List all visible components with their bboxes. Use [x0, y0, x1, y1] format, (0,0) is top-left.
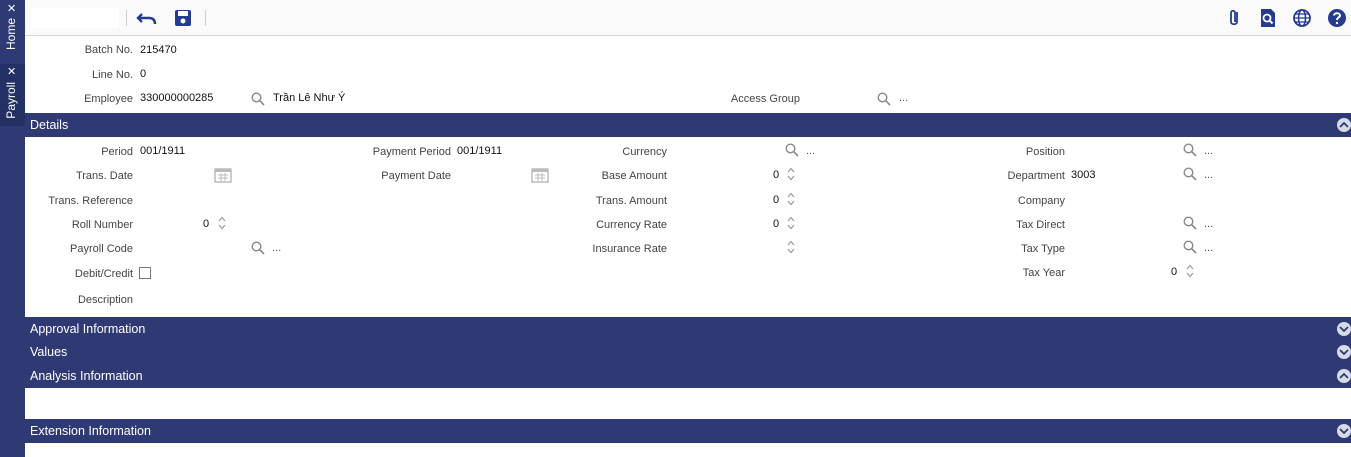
department-ellipsis-button[interactable]: ...: [1204, 169, 1213, 181]
search-icon[interactable]: [1183, 167, 1197, 181]
debit-credit-checkbox[interactable]: [139, 267, 151, 279]
company-label: Company: [1017, 195, 1065, 207]
toolbar-blank-field: [31, 8, 119, 28]
calendar-icon[interactable]: [214, 167, 232, 183]
search-icon[interactable]: [1183, 240, 1197, 254]
line-no-label: Line No.: [92, 69, 133, 81]
tab-home[interactable]: ✕ Home: [0, 0, 25, 62]
toolbar-separator: [205, 10, 206, 26]
payroll-code-ellipsis-button[interactable]: ...: [272, 242, 281, 254]
base-amount-label: Base Amount: [601, 170, 667, 182]
search-icon[interactable]: [1183, 143, 1197, 157]
payroll-code-label: Payroll Code: [70, 243, 133, 255]
line-no-field[interactable]: 0: [140, 68, 146, 80]
roll-number-field[interactable]: 0: [203, 218, 209, 230]
access-group-label: Access Group: [730, 93, 800, 105]
currency-rate-field[interactable]: 0: [773, 218, 779, 230]
details-title: Details: [30, 118, 69, 132]
chevron-up-icon[interactable]: [1337, 118, 1351, 132]
stepper-icon[interactable]: [217, 215, 227, 231]
roll-number-label: Roll Number: [71, 219, 133, 231]
period-label: Period: [101, 146, 133, 158]
document-search-icon[interactable]: [1257, 7, 1279, 29]
tax-direct-label: Tax Direct: [1016, 219, 1065, 231]
help-icon[interactable]: [1326, 7, 1348, 29]
tax-type-ellipsis-button[interactable]: ...: [1204, 242, 1213, 254]
stepper-icon[interactable]: [786, 239, 796, 255]
extension-title: Extension Information: [30, 424, 151, 438]
payment-period-label: Payment Period: [372, 146, 451, 158]
app-window: ✕ Home ✕ Payroll Batch No. 215470 Line N…: [0, 0, 1351, 457]
tab-payroll[interactable]: ✕ Payroll: [0, 64, 25, 126]
extension-section-header[interactable]: Extension Information: [25, 419, 1351, 443]
analysis-section-header[interactable]: Analysis Information: [25, 364, 1351, 388]
chevron-down-icon[interactable]: [1337, 424, 1351, 438]
chevron-up-icon[interactable]: [1337, 369, 1351, 383]
vertical-tab-strip: ✕ Home ✕ Payroll: [0, 0, 25, 457]
stepper-icon[interactable]: [786, 215, 796, 231]
search-icon[interactable]: [1183, 216, 1197, 230]
access-group-ellipsis-button[interactable]: ...: [899, 92, 908, 104]
search-icon[interactable]: [877, 92, 891, 106]
approval-title: Approval Information: [30, 322, 146, 336]
position-label: Position: [1025, 146, 1065, 158]
department-field[interactable]: 3003: [1071, 169, 1095, 181]
trans-date-label: Trans. Date: [75, 170, 133, 182]
debit-credit-label: Debit/Credit: [74, 268, 133, 280]
department-label: Department: [1007, 170, 1065, 182]
employee-label: Employee: [84, 93, 133, 105]
chevron-down-icon[interactable]: [1337, 345, 1351, 359]
trans-reference-label: Trans. Reference: [48, 195, 133, 207]
batch-no-label: Batch No.: [84, 44, 133, 56]
globe-icon[interactable]: [1291, 7, 1313, 29]
toolbar: [25, 0, 1351, 36]
tax-year-field[interactable]: 0: [1171, 266, 1177, 278]
undo-icon[interactable]: [136, 7, 158, 29]
payment-date-label: Payment Date: [381, 170, 451, 182]
toolbar-separator: [126, 10, 127, 26]
calendar-icon[interactable]: [531, 167, 549, 183]
trans-amount-field[interactable]: 0: [773, 194, 779, 206]
stepper-icon[interactable]: [1185, 263, 1195, 279]
details-section-header[interactable]: Details: [25, 113, 1351, 137]
employee-code-field[interactable]: 330000000285: [140, 92, 213, 104]
insurance-rate-label: Insurance Rate: [592, 243, 667, 255]
trans-amount-label: Trans. Amount: [595, 195, 667, 207]
close-icon[interactable]: ✕: [7, 65, 16, 78]
currency-label: Currency: [622, 146, 667, 158]
currency-ellipsis-button[interactable]: ...: [806, 145, 815, 157]
payment-period-field[interactable]: 001/1911: [457, 145, 502, 157]
description-label: Description: [77, 294, 133, 306]
search-icon[interactable]: [785, 143, 799, 157]
tab-payroll-label: Payroll: [4, 82, 18, 119]
batch-no-field[interactable]: 215470: [140, 44, 177, 56]
tax-year-label: Tax Year: [1022, 267, 1065, 279]
currency-rate-label: Currency Rate: [596, 219, 667, 231]
tax-type-label: Tax Type: [1021, 243, 1065, 255]
stepper-icon[interactable]: [786, 191, 796, 207]
close-icon[interactable]: ✕: [7, 2, 16, 15]
chevron-down-icon[interactable]: [1337, 322, 1351, 336]
period-field[interactable]: 001/1911: [140, 145, 185, 157]
search-icon[interactable]: [251, 92, 265, 106]
base-amount-field[interactable]: 0: [773, 169, 779, 181]
tax-direct-ellipsis-button[interactable]: ...: [1204, 218, 1213, 230]
paperclip-icon[interactable]: [1223, 7, 1245, 29]
values-section-header[interactable]: Values: [25, 340, 1351, 364]
employee-name: Trần Lê Như Ý: [273, 92, 346, 104]
position-ellipsis-button[interactable]: ...: [1204, 145, 1213, 157]
approval-section-header[interactable]: Approval Information: [25, 317, 1351, 341]
search-icon[interactable]: [251, 241, 265, 255]
analysis-title: Analysis Information: [30, 369, 143, 383]
tab-home-label: Home: [4, 18, 18, 51]
stepper-icon[interactable]: [786, 166, 796, 182]
values-title: Values: [30, 345, 68, 359]
save-icon[interactable]: [172, 7, 194, 29]
